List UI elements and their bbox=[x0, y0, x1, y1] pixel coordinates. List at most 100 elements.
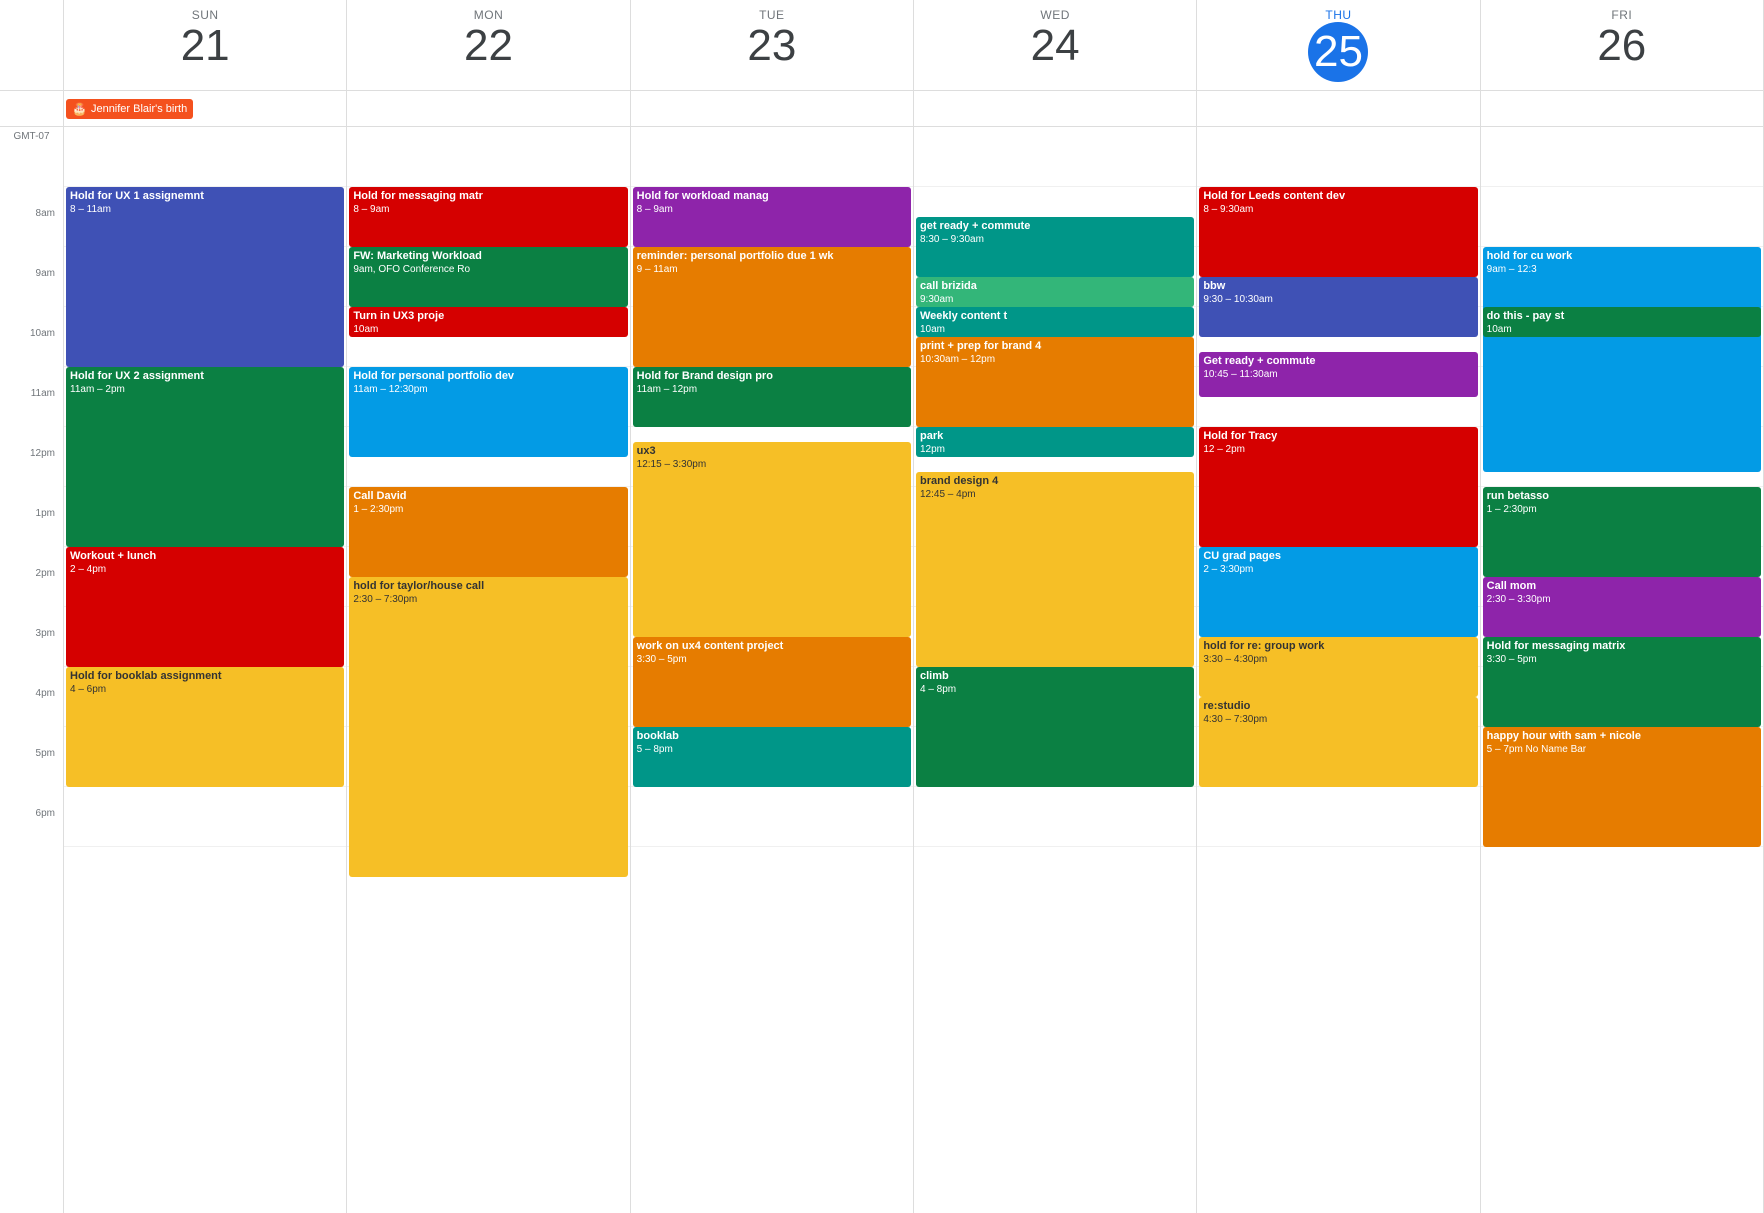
event-title-mon-1: FW: Marketing Workload bbox=[353, 249, 623, 263]
event-sun-0[interactable]: Hold for UX 1 assignemnt8 – 11am bbox=[66, 187, 344, 367]
day-header-tue: Tue 23 bbox=[631, 0, 914, 90]
event-time-tue-0: 8 – 9am bbox=[637, 203, 907, 216]
event-mon-2[interactable]: Turn in UX3 proje10am bbox=[349, 307, 627, 337]
event-title-sun-3: Hold for booklab assignment bbox=[70, 669, 340, 683]
event-title-fri-4: Hold for messaging matrix bbox=[1487, 639, 1757, 653]
hour-6pm-thu bbox=[1197, 787, 1479, 847]
event-title-thu-5: hold for re: group work bbox=[1203, 639, 1473, 653]
event-fri-4[interactable]: Hold for messaging matrix3:30 – 5pm bbox=[1483, 637, 1761, 727]
day-name-thu: Thu bbox=[1201, 8, 1475, 22]
event-wed-4[interactable]: park12pm bbox=[916, 427, 1194, 457]
event-thu-6[interactable]: re:studio4:30 – 7:30pm bbox=[1199, 697, 1477, 787]
event-title-tue-2: Hold for Brand design pro bbox=[637, 369, 907, 383]
event-wed-3[interactable]: print + prep for brand 410:30am – 12pm bbox=[916, 337, 1194, 427]
time-label-1pm: 1pm bbox=[0, 506, 63, 566]
event-thu-2[interactable]: Get ready + commute10:45 – 11:30am bbox=[1199, 352, 1477, 397]
hour-8am-fri bbox=[1481, 187, 1763, 247]
event-mon-3[interactable]: Hold for personal portfolio dev11am – 12… bbox=[349, 367, 627, 457]
day-name-fri: Fri bbox=[1485, 8, 1759, 22]
event-title-thu-3: Hold for Tracy bbox=[1203, 429, 1473, 443]
event-time-fri-3: 2:30 – 3:30pm bbox=[1487, 593, 1757, 606]
time-label-11am: 11am bbox=[0, 386, 63, 446]
time-gutter-spacer bbox=[0, 146, 63, 206]
event-mon-0[interactable]: Hold for messaging matr8 – 9am bbox=[349, 187, 627, 247]
event-mon-1[interactable]: FW: Marketing Workload9am, OFO Conferenc… bbox=[349, 247, 627, 307]
event-thu-4[interactable]: CU grad pages2 – 3:30pm bbox=[1199, 547, 1477, 637]
event-fri-3[interactable]: Call mom2:30 – 3:30pm bbox=[1483, 577, 1761, 637]
event-sun-3[interactable]: Hold for booklab assignment4 – 6pm bbox=[66, 667, 344, 787]
allday-row: 🎂 Jennifer Blair's birth bbox=[0, 91, 1764, 127]
event-time-fri-5: 5 – 7pm No Name Bar bbox=[1487, 743, 1757, 756]
event-fri-5[interactable]: happy hour with sam + nicole5 – 7pm No N… bbox=[1483, 727, 1761, 847]
hour-7am-wed bbox=[914, 127, 1196, 187]
allday-cell-sun: 🎂 Jennifer Blair's birth bbox=[64, 91, 347, 126]
event-wed-5[interactable]: brand design 412:45 – 4pm bbox=[916, 472, 1194, 667]
day-num-sun: 21 bbox=[68, 22, 342, 70]
time-label-5pm: 5pm bbox=[0, 746, 63, 806]
event-title-mon-0: Hold for messaging matr bbox=[353, 189, 623, 203]
event-time-thu-2: 10:45 – 11:30am bbox=[1203, 368, 1473, 381]
event-title-mon-4: Call David bbox=[353, 489, 623, 503]
event-mon-5[interactable]: hold for taylor/house call2:30 – 7:30pm bbox=[349, 577, 627, 877]
event-title-thu-2: Get ready + commute bbox=[1203, 354, 1473, 368]
event-title-sun-2: Workout + lunch bbox=[70, 549, 340, 563]
event-title-wed-3: print + prep for brand 4 bbox=[920, 339, 1190, 353]
day-num-wed: 24 bbox=[918, 22, 1192, 70]
event-sun-1[interactable]: Hold for UX 2 assignment11am – 2pm bbox=[66, 367, 344, 547]
event-time-mon-0: 8 – 9am bbox=[353, 203, 623, 216]
event-wed-0[interactable]: get ready + commute8:30 – 9:30am bbox=[916, 217, 1194, 277]
event-time-mon-3: 11am – 12:30pm bbox=[353, 383, 623, 396]
allday-cell-wed bbox=[914, 91, 1197, 126]
event-thu-3[interactable]: Hold for Tracy12 – 2pm bbox=[1199, 427, 1477, 547]
hour-6pm-wed bbox=[914, 787, 1196, 847]
event-thu-0[interactable]: Hold for Leeds content dev8 – 9:30am bbox=[1199, 187, 1477, 277]
event-fri-0[interactable]: hold for cu work9am – 12:3 bbox=[1483, 247, 1761, 472]
event-tue-1[interactable]: reminder: personal portfolio due 1 wk9 –… bbox=[633, 247, 911, 367]
birthday-badge[interactable]: 🎂 Jennifer Blair's birth bbox=[66, 99, 193, 119]
day-col-fri: hold for cu work9am – 12:3do this - pay … bbox=[1481, 127, 1764, 1213]
event-wed-1[interactable]: call brizida9:30am bbox=[916, 277, 1194, 307]
time-label-8am: 8am bbox=[0, 206, 63, 266]
event-time-mon-5: 2:30 – 7:30pm bbox=[353, 593, 623, 606]
allday-cell-fri bbox=[1481, 91, 1764, 126]
grid-scroll: GMT-07 8am 9am 10am 11am 12pm 1pm 2pm 3p… bbox=[0, 127, 1764, 1213]
event-time-mon-2: 10am bbox=[353, 323, 623, 336]
event-tue-2[interactable]: Hold for Brand design pro11am – 12pm bbox=[633, 367, 911, 427]
event-sun-2[interactable]: Workout + lunch2 – 4pm bbox=[66, 547, 344, 667]
time-gutter: GMT-07 8am 9am 10am 11am 12pm 1pm 2pm 3p… bbox=[0, 127, 64, 1213]
days-grid: Hold for UX 1 assignemnt8 – 11amHold for… bbox=[64, 127, 1764, 1213]
event-thu-5[interactable]: hold for re: group work3:30 – 4:30pm bbox=[1199, 637, 1477, 697]
event-tue-3[interactable]: ux312:15 – 3:30pm bbox=[633, 442, 911, 637]
event-tue-4[interactable]: work on ux4 content project3:30 – 5pm bbox=[633, 637, 911, 727]
event-tue-0[interactable]: Hold for workload manag8 – 9am bbox=[633, 187, 911, 247]
event-time-wed-0: 8:30 – 9:30am bbox=[920, 233, 1190, 246]
event-time-fri-0: 9am – 12:3 bbox=[1487, 263, 1757, 276]
day-name-sun: Sun bbox=[68, 8, 342, 22]
event-fri-2[interactable]: run betasso1 – 2:30pm bbox=[1483, 487, 1761, 577]
event-time-mon-1: 9am, OFO Conference Ro bbox=[353, 263, 623, 276]
event-time-thu-3: 12 – 2pm bbox=[1203, 443, 1473, 456]
event-time-wed-3: 10:30am – 12pm bbox=[920, 353, 1190, 366]
day-col-mon: Hold for messaging matr8 – 9amFW: Market… bbox=[347, 127, 630, 1213]
event-title-fri-3: Call mom bbox=[1487, 579, 1757, 593]
calendar-wrapper: Sun 21 Mon 22 Tue 23 Wed 24 Thu 25 Fri 2… bbox=[0, 0, 1764, 1213]
event-fri-1[interactable]: do this - pay st10am bbox=[1483, 307, 1761, 337]
event-tue-5[interactable]: booklab5 – 8pm bbox=[633, 727, 911, 787]
event-time-thu-0: 8 – 9:30am bbox=[1203, 203, 1473, 216]
event-time-fri-1: 10am bbox=[1487, 323, 1757, 336]
event-mon-4[interactable]: Call David1 – 2:30pm bbox=[349, 487, 627, 577]
event-title-tue-4: work on ux4 content project bbox=[637, 639, 907, 653]
day-num-fri: 26 bbox=[1485, 22, 1759, 70]
event-wed-2[interactable]: Weekly content t10am bbox=[916, 307, 1194, 337]
day-name-tue: Tue bbox=[635, 8, 909, 22]
day-num-tue: 23 bbox=[635, 22, 909, 70]
event-time-sun-3: 4 – 6pm bbox=[70, 683, 340, 696]
event-thu-1[interactable]: bbw9:30 – 10:30am bbox=[1199, 277, 1477, 337]
event-time-wed-1: 9:30am bbox=[920, 293, 1190, 306]
day-num-thu: 25 bbox=[1308, 22, 1368, 82]
event-wed-6[interactable]: climb4 – 8pm bbox=[916, 667, 1194, 787]
event-time-tue-4: 3:30 – 5pm bbox=[637, 653, 907, 666]
event-title-fri-2: run betasso bbox=[1487, 489, 1757, 503]
event-time-fri-2: 1 – 2:30pm bbox=[1487, 503, 1757, 516]
day-col-sun: Hold for UX 1 assignemnt8 – 11amHold for… bbox=[64, 127, 347, 1213]
